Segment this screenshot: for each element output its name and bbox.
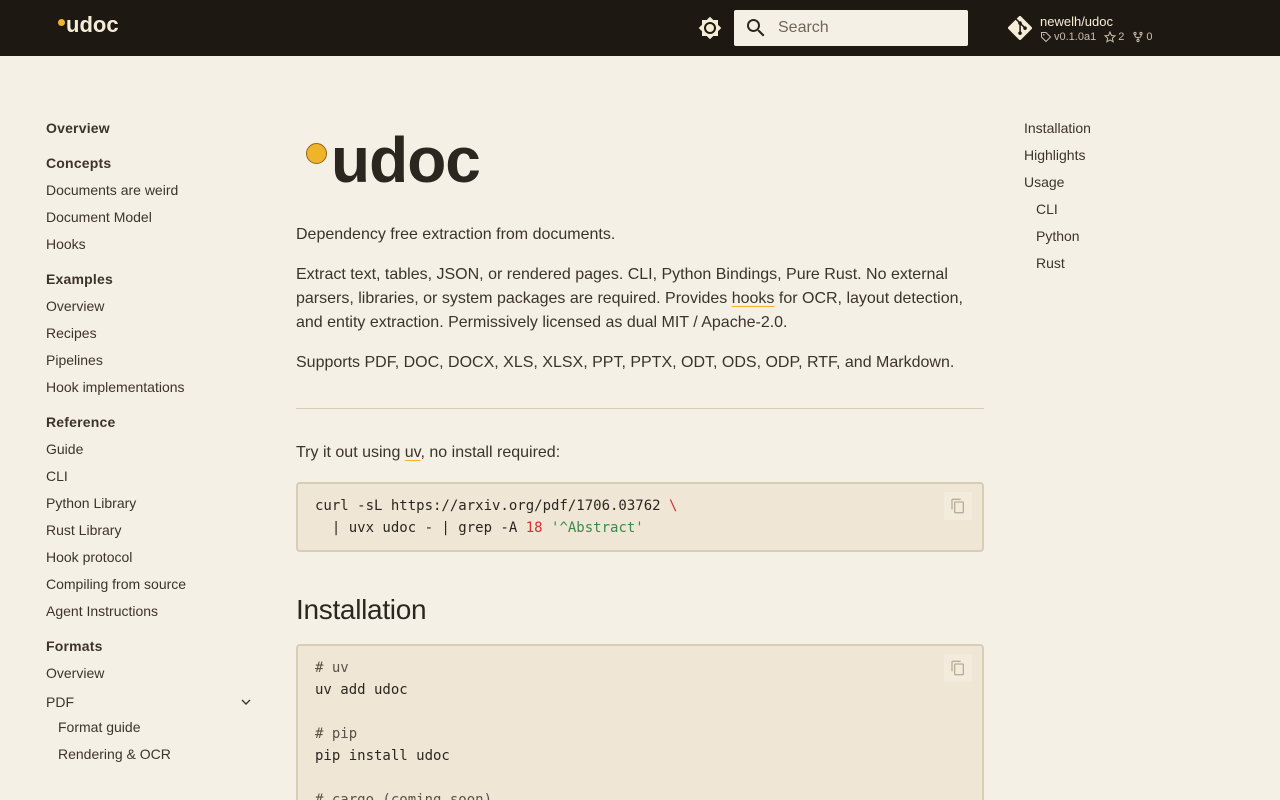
repo-name: newelh/udoc [1040,13,1113,29]
code-comment: # cargo (coming soon) [315,792,493,800]
code-line: uv add udoc [315,682,408,698]
nav-item-cli[interactable]: CLI [46,464,258,491]
chevron-down-icon[interactable] [238,694,254,710]
nav-item-document-model[interactable]: Document Model [46,205,258,232]
repo-stars: 2 [1104,30,1125,43]
fork-icon [1133,31,1143,42]
toc-cli[interactable]: CLI [1024,197,1244,224]
nav-section-formats[interactable]: Formats [46,634,258,661]
hero-logo-dot [306,143,327,164]
code-text: curl -sL https://arxiv.org/pdf/1706.0376… [315,498,670,514]
brand-dot [58,19,65,26]
toc-rust[interactable]: Rust [1024,251,1244,278]
intro-paragraph: Extract text, tables, JSON, or rendered … [296,263,984,335]
repo-forks-count: 0 [1146,30,1153,43]
search-box[interactable] [734,10,968,46]
nav-item-hook-protocol[interactable]: Hook protocol [46,545,258,572]
git-icon [1008,16,1032,40]
copy-icon [951,498,964,514]
brand-name: udoc [66,12,119,37]
try-paragraph: Try it out using uv, no install required… [296,441,984,465]
toc-highlights[interactable]: Highlights [1024,143,1244,170]
nav-item-agent-instructions[interactable]: Agent Instructions [46,599,258,626]
nav-section-concepts[interactable]: Concepts [46,151,258,178]
code-string: '^Abstract' [551,520,644,536]
tagline: Dependency free extraction from document… [296,226,616,243]
code-block-install[interactable]: # uv uv add udoc # pip pip install udoc … [296,644,984,800]
search-icon [747,19,765,37]
toc-usage[interactable]: Usage [1024,170,1244,197]
nav-overview[interactable]: Overview [46,116,258,143]
code-line: | uvx udoc - | grep -A 18 '^Abstract' [315,517,965,539]
tag-icon [1041,31,1052,42]
nav-item-pdf[interactable]: PDF [46,688,258,715]
formats-paragraph: Supports PDF, DOC, DOCX, XLS, XLSX, PPT,… [296,354,955,371]
code-continuation: \ [669,498,678,514]
repo-version-text: v0.1.0a1 [1054,30,1097,43]
nav-item-format-guide[interactable]: Format guide [46,715,258,742]
code-text: | uvx udoc - | grep -A [315,520,526,536]
table-of-contents: Installation Highlights Usage CLI Python… [1024,116,1244,278]
nav-item-rust-library[interactable]: Rust Library [46,518,258,545]
code-number: 18 [525,520,543,536]
repo-link[interactable]: newelh/udoc v0.1.0a1 2 0 [1008,10,1152,46]
nav-item-guide[interactable]: Guide [46,437,258,464]
main-content: udoc Dependency free extraction from doc… [296,120,984,800]
nav-item-formats-overview[interactable]: Overview [46,661,258,688]
uv-link[interactable]: uv [405,444,421,461]
nav-item-recipes[interactable]: Recipes [46,321,258,348]
primary-sidebar: Overview Concepts Documents are weird Do… [46,116,258,769]
top-header: udoc newelh/udoc v0.1.0a1 2 [0,0,1280,56]
copy-button[interactable] [944,654,972,682]
nav-item-rendering-ocr[interactable]: Rendering & OCR [46,742,258,769]
nav-item-documents-are-weird[interactable]: Documents are weird [46,178,258,205]
hero-logo-text: udoc [331,124,481,196]
hooks-link[interactable]: hooks [732,290,775,307]
nav-item-examples-overview[interactable]: Overview [46,294,258,321]
code-comment: # uv [315,660,349,676]
repo-forks: 0 [1132,31,1152,43]
repo-version: v0.1.0a1 [1040,31,1096,43]
search-input[interactable] [778,19,948,37]
section-divider [296,408,984,409]
toc-python[interactable]: Python [1024,224,1244,251]
copy-button[interactable] [944,492,972,520]
installation-heading: Installation [296,594,427,625]
code-comment: # pip [315,726,358,742]
repo-stars-count: 2 [1118,30,1125,43]
code-block-try[interactable]: curl -sL https://arxiv.org/pdf/1706.0376… [296,482,984,552]
brand-logo[interactable]: udoc [58,12,119,38]
copy-icon [951,660,964,676]
code-line: curl -sL https://arxiv.org/pdf/1706.0376… [315,495,965,517]
nav-item-python-library[interactable]: Python Library [46,491,258,518]
code-line: pip install udoc [315,748,450,764]
nav-item-hooks[interactable]: Hooks [46,232,258,259]
star-icon [1104,30,1117,43]
toc-installation[interactable]: Installation [1024,116,1244,143]
nav-item-pdf-label: PDF [46,693,74,710]
try-text-a: Try it out using [296,444,405,461]
try-text-b: , no install required: [420,444,561,461]
nav-item-hook-implementations[interactable]: Hook implementations [46,375,258,402]
nav-section-examples[interactable]: Examples [46,267,258,294]
theme-toggle-icon[interactable] [698,16,722,40]
nav-section-reference[interactable]: Reference [46,410,258,437]
nav-item-pipelines[interactable]: Pipelines [46,348,258,375]
hero-logo: udoc [306,120,984,200]
nav-item-compiling-from-source[interactable]: Compiling from source [46,572,258,599]
